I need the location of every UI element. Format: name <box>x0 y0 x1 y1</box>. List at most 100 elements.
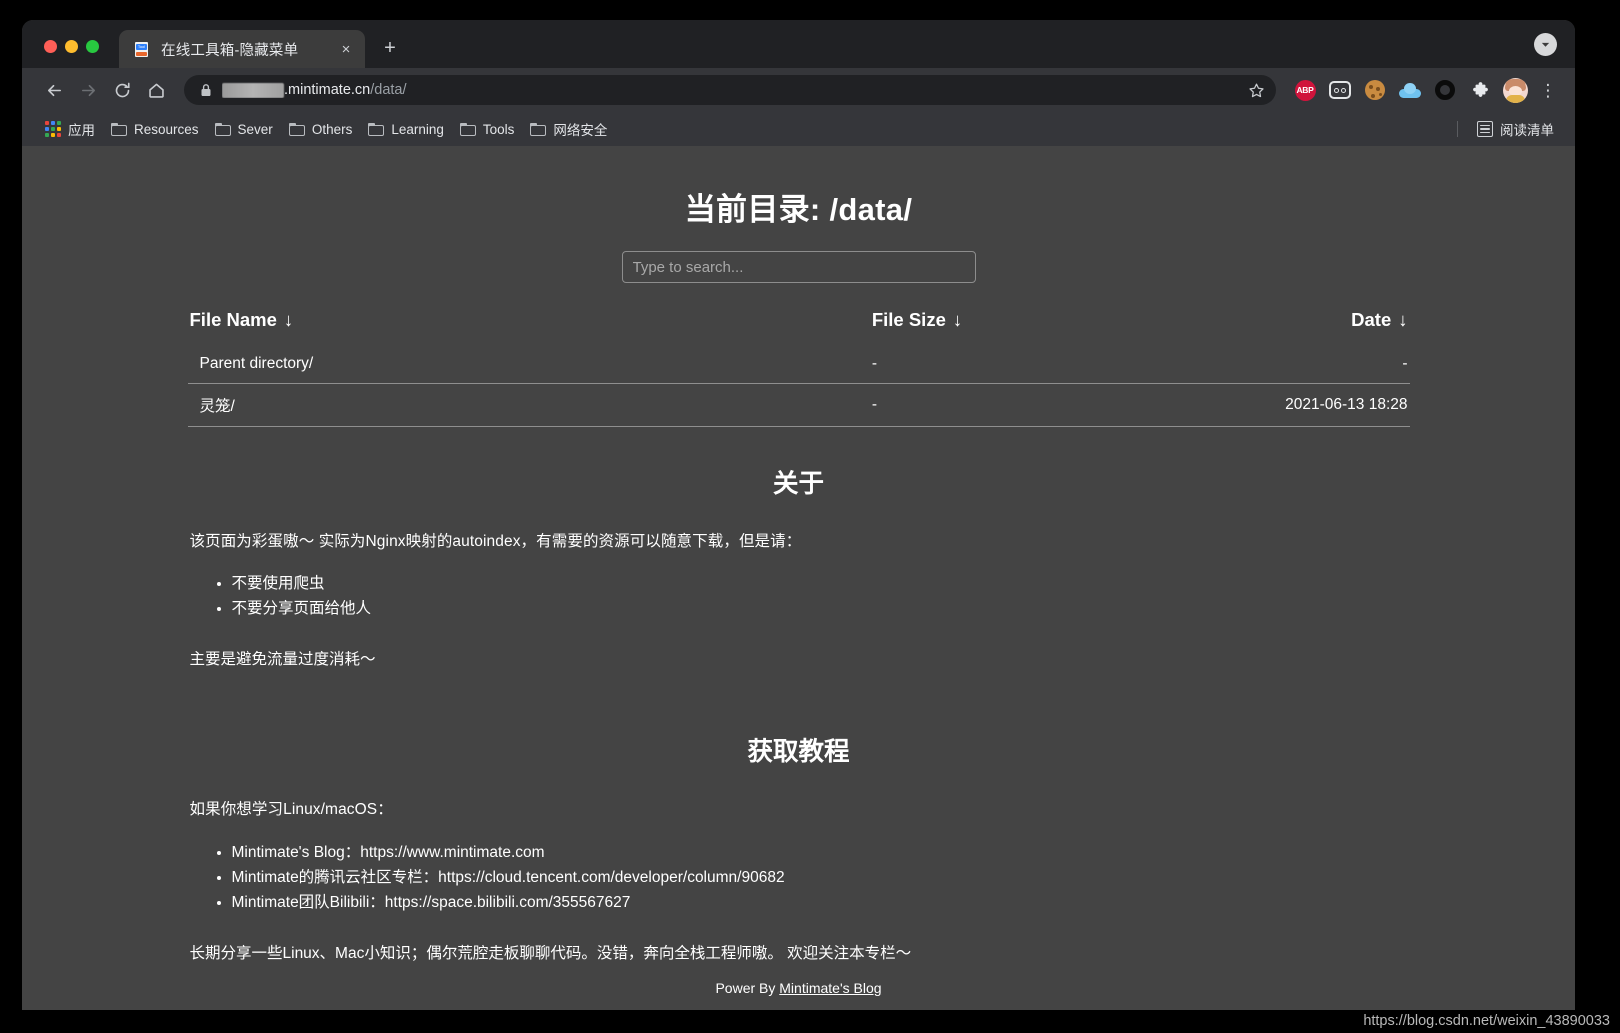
reading-list-icon <box>1477 121 1493 137</box>
cell-file-size: - <box>872 345 1141 384</box>
table-row[interactable]: Parent directory/ - - <box>188 345 1410 384</box>
lock-icon <box>200 83 214 97</box>
column-header-file-name[interactable]: File Name ↓ <box>188 309 872 345</box>
search-row <box>188 251 1410 283</box>
column-label: File Name <box>190 309 277 330</box>
bookmark-label: Learning <box>391 122 444 137</box>
cell-file-name[interactable]: 灵笼/ <box>188 384 872 427</box>
folder-icon <box>289 123 305 136</box>
tab-strip: Tool 在线工具箱-隐藏菜单 × + <box>22 20 1575 68</box>
list-item: 不要分享页面给他人 <box>232 596 1410 621</box>
reload-icon[interactable] <box>106 74 138 106</box>
csdn-watermark: https://blog.csdn.net/weixin_43890033 <box>1363 1013 1610 1029</box>
table-body: Parent directory/ - - 灵笼/ - 2021-06-13 1… <box>188 345 1410 427</box>
column-label: Date <box>1351 309 1391 330</box>
about-paragraph: 该页面为彩蛋嗷～ 实际为Nginx映射的autoindex，有需要的资源可以随意… <box>190 530 1410 553</box>
close-window-button[interactable] <box>44 40 57 53</box>
bookmark-item-resources[interactable]: Resources <box>104 119 208 140</box>
file-listing-table: File Name↓ File Size↓ Date↓ Par <box>188 309 1410 427</box>
folder-icon <box>368 123 384 136</box>
bookmark-item-learning[interactable]: Learning <box>361 119 453 140</box>
screen: Tool 在线工具箱-隐藏菜单 × + <box>0 0 1620 1033</box>
sort-down-icon: ↓ <box>953 309 962 330</box>
close-tab-icon[interactable]: × <box>335 38 357 60</box>
minimize-window-button[interactable] <box>65 40 78 53</box>
tutorial-link-list: Mintimate's Blog：https://www.mintimate.c… <box>212 840 1410 915</box>
extensions-puzzle-icon[interactable] <box>1466 76 1494 104</box>
black-ring-icon[interactable] <box>1431 76 1459 104</box>
about-heading: 关于 <box>188 463 1410 500</box>
bookmarks-bar: 应用 Resources Sever Others Learning Tools <box>22 112 1575 146</box>
window-traffic-lights <box>22 40 99 68</box>
avatar[interactable] <box>1501 76 1529 104</box>
tutorial-heading: 获取教程 <box>188 731 1410 768</box>
list-item[interactable]: Mintimate's Blog：https://www.mintimate.c… <box>232 840 1410 865</box>
footer-link[interactable]: Mintimate's Blog <box>779 980 881 996</box>
folder-icon <box>530 123 546 136</box>
sort-down-icon: ↓ <box>1398 309 1407 330</box>
column-header-file-size[interactable]: File Size ↓ <box>872 309 1141 345</box>
about-bullet-list: 不要使用爬虫 不要分享页面给他人 <box>212 571 1410 621</box>
table-row[interactable]: 灵笼/ - 2021-06-13 18:28 <box>188 384 1410 427</box>
table-header-row: File Name ↓ File Size ↓ Date ↓ <box>188 309 1410 345</box>
list-item: 不要使用爬虫 <box>232 571 1410 596</box>
sort-down-icon: ↓ <box>284 309 293 330</box>
home-icon[interactable] <box>140 74 172 106</box>
reading-list-button[interactable]: 阅读清单 <box>1470 116 1563 142</box>
footer-prefix: Power By <box>715 980 779 996</box>
cell-file-size: - <box>872 384 1141 427</box>
column-label: File Size <box>872 309 946 330</box>
url-text: .mintimate.cn/data/ <box>222 82 1242 98</box>
bookmark-label: Others <box>312 122 353 137</box>
address-bar[interactable]: .mintimate.cn/data/ <box>184 75 1276 105</box>
bookmark-label: Resources <box>134 122 199 137</box>
about-note: 主要是避免流量过度消耗～ <box>190 647 1410 669</box>
list-item[interactable]: Mintimate团队Bilibili：https://space.bilibi… <box>232 890 1410 915</box>
browser-window: Tool 在线工具箱-隐藏菜单 × + <box>22 20 1575 1010</box>
column-header-date[interactable]: Date ↓ <box>1141 309 1410 345</box>
url-host: .mintimate.cn <box>284 82 370 98</box>
apps-grid-icon <box>45 121 61 137</box>
bookmark-item-sever[interactable]: Sever <box>208 119 282 140</box>
bookmark-item-apps[interactable]: 应用 <box>38 116 104 142</box>
bookmark-item-network-security[interactable]: 网络安全 <box>523 116 616 142</box>
url-path: /data/ <box>370 82 406 98</box>
bookmark-item-others[interactable]: Others <box>282 119 362 140</box>
list-item[interactable]: Mintimate的腾讯云社区专栏：https://cloud.tencent.… <box>232 865 1410 890</box>
browser-menu-icon[interactable]: ⋮ <box>1535 82 1561 99</box>
cell-file-name[interactable]: Parent directory/ <box>188 345 872 384</box>
chevron-down-icon[interactable] <box>1534 33 1557 56</box>
browser-tab[interactable]: Tool 在线工具箱-隐藏菜单 × <box>119 30 365 68</box>
tool-file-icon: Tool <box>133 41 150 58</box>
cell-date: 2021-06-13 18:28 <box>1141 384 1410 427</box>
adblock-plus-icon[interactable]: ABP <box>1291 76 1319 104</box>
tutorial-closing: 长期分享一些Linux、Mac小知识；偶尔荒腔走板聊聊代码。没错，奔向全栈工程师… <box>190 941 1410 963</box>
table-header: File Name ↓ File Size ↓ Date ↓ <box>188 309 1410 345</box>
tutorial-intro: 如果你想学习Linux/macOS： <box>190 798 1410 821</box>
reading-list-label: 阅读清单 <box>1500 119 1554 139</box>
bookmark-label: Sever <box>238 122 273 137</box>
page-title: 当前目录: /data/ <box>188 184 1410 229</box>
bookmark-item-tools[interactable]: Tools <box>453 119 524 140</box>
zoom-window-button[interactable] <box>86 40 99 53</box>
lastpass-goggles-icon[interactable] <box>1326 76 1354 104</box>
cloud-sync-icon[interactable] <box>1396 76 1424 104</box>
cookie-editor-icon[interactable] <box>1361 76 1389 104</box>
browser-toolbar: .mintimate.cn/data/ ABP ⋮ <box>22 68 1575 112</box>
bookmarks-divider <box>1457 121 1458 137</box>
page-viewport: 当前目录: /data/ File Name ↓ File Size ↓ <box>22 146 1575 1010</box>
tab-title: 在线工具箱-隐藏菜单 <box>161 39 335 60</box>
back-arrow-icon[interactable] <box>38 74 70 106</box>
new-tab-button[interactable]: + <box>375 33 405 63</box>
page-footer: Power By Mintimate's Blog <box>22 980 1575 996</box>
search-input[interactable] <box>622 251 976 283</box>
bookmark-label: 应用 <box>68 119 95 139</box>
folder-icon <box>111 123 127 136</box>
folder-icon <box>460 123 476 136</box>
cell-date: - <box>1141 345 1410 384</box>
bookmark-label: 网络安全 <box>553 119 607 139</box>
page-content: 当前目录: /data/ File Name ↓ File Size ↓ <box>188 146 1410 963</box>
forward-arrow-icon[interactable] <box>72 74 104 106</box>
star-icon[interactable] <box>1242 82 1270 99</box>
folder-icon <box>215 123 231 136</box>
